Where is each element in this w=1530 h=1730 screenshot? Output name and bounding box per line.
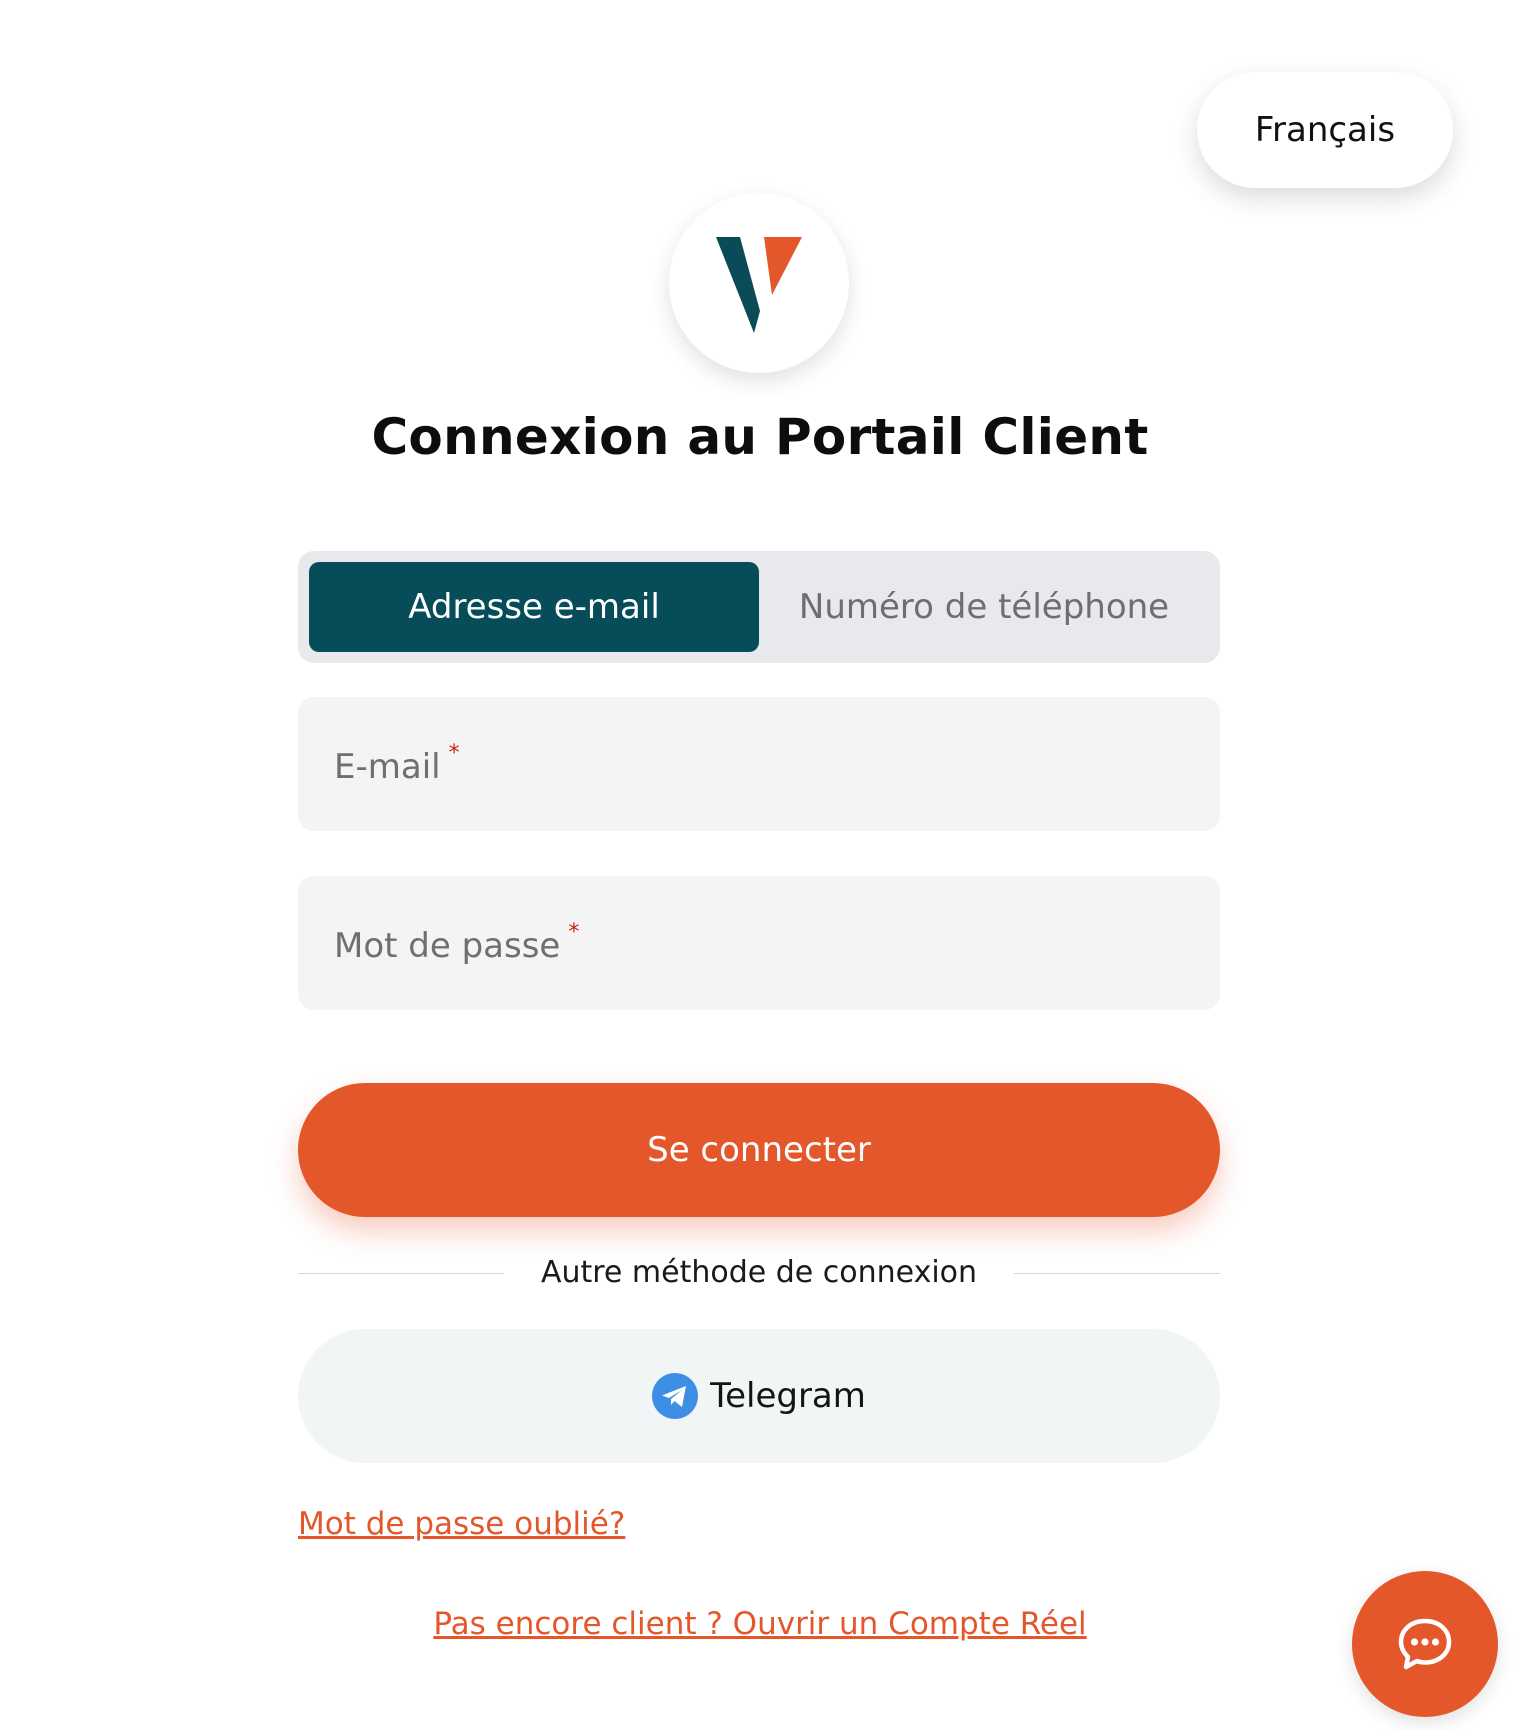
email-required-mark: * bbox=[448, 741, 460, 766]
chat-button[interactable] bbox=[1352, 1571, 1498, 1717]
alt-login-divider: Autre méthode de connexion bbox=[298, 1253, 1220, 1293]
telegram-icon bbox=[652, 1373, 699, 1419]
language-label: Français bbox=[1254, 110, 1396, 150]
language-selector[interactable]: Français bbox=[1197, 72, 1453, 188]
forgot-password-link[interactable]: Mot de passe oublié? bbox=[298, 1506, 625, 1542]
email-field-label: E-mail * bbox=[334, 741, 460, 787]
telegram-label: Telegram bbox=[710, 1376, 866, 1416]
password-field[interactable]: Mot de passe * bbox=[298, 876, 1220, 1010]
page-title: Connexion au Portail Client bbox=[371, 408, 1149, 466]
brand-logo bbox=[669, 193, 849, 373]
password-field-label: Mot de passe * bbox=[334, 920, 579, 966]
email-label-text: E-mail bbox=[334, 747, 441, 787]
email-field[interactable]: E-mail * bbox=[298, 697, 1220, 831]
open-account-link[interactable]: Pas encore client ? Ouvrir un Compte Rée… bbox=[0, 1606, 1520, 1642]
open-account-link-text: Pas encore client ? Ouvrir un Compte Rée… bbox=[433, 1606, 1087, 1642]
login-button[interactable]: Se connecter bbox=[298, 1083, 1220, 1217]
chat-bubble-icon bbox=[1398, 1618, 1452, 1670]
tab-email-label: Adresse e-mail bbox=[408, 587, 660, 627]
divider-line-right bbox=[1014, 1273, 1220, 1274]
tab-phone-label: Numéro de téléphone bbox=[798, 587, 1170, 627]
telegram-login-button[interactable]: Telegram bbox=[298, 1329, 1220, 1463]
login-method-tabs: Adresse e-mail Numéro de téléphone bbox=[298, 551, 1220, 663]
login-button-label: Se connecter bbox=[647, 1130, 871, 1170]
password-label-text: Mot de passe bbox=[334, 926, 561, 966]
password-required-mark: * bbox=[568, 920, 580, 945]
tab-phone[interactable]: Numéro de téléphone bbox=[759, 562, 1209, 652]
tab-email[interactable]: Adresse e-mail bbox=[309, 562, 759, 652]
v-logo-icon bbox=[716, 237, 802, 333]
